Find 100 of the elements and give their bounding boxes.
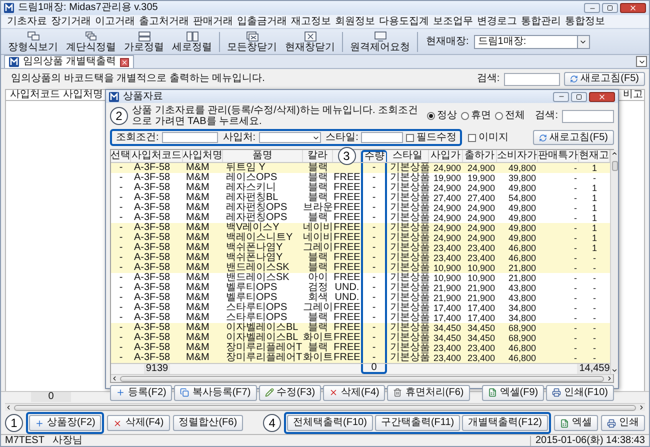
- table-cell: -: [372, 263, 376, 273]
- toolbar-button[interactable]: 등록(F2): [110, 384, 172, 400]
- toolbar-button[interactable]: 전체택출력(F10): [287, 415, 373, 431]
- toolbar-button[interactable]: 상품장(F2): [29, 415, 102, 431]
- horizontal-scrollbar[interactable]: [5, 403, 645, 411]
- table-cell: 34,450: [467, 334, 495, 342]
- table-row[interactable]: - A-3F-58 M&M 이자벨레이스BL 블랙 FREE - 기본상품 34,450 34,450 68,900 - -: [111, 323, 610, 333]
- scroll-right-icon[interactable]: [638, 404, 645, 411]
- table-cell: 24,900: [433, 234, 461, 242]
- toolbar-button[interactable]: 복사등록(F7): [174, 384, 257, 400]
- toolbar-button[interactable]: 인쇄(F10): [546, 384, 614, 400]
- tab-close-button[interactable]: [120, 58, 129, 66]
- toolbar-button[interactable]: 장형식보기: [5, 30, 61, 52]
- style-field[interactable]: [361, 132, 404, 143]
- table-cell: -: [593, 324, 596, 332]
- menu-item[interactable]: 회원정보: [335, 16, 375, 26]
- menu-item[interactable]: 출고처거래: [139, 16, 189, 26]
- search-field[interactable]: [504, 72, 560, 86]
- menu-item[interactable]: 판매거래: [193, 16, 233, 26]
- table-cell: 블랙: [308, 253, 328, 263]
- table-cell: -: [372, 303, 376, 313]
- toolbar-button[interactable]: 구간택출력(F11): [374, 415, 460, 431]
- table-cell: -: [372, 213, 376, 223]
- maximize-button[interactable]: [602, 3, 618, 13]
- table-row[interactable]: - A-3F-58 M&M 장미루리플레어T 블랙 FREE - 기본상품 23,400 23,400 46,800 - -: [111, 343, 610, 353]
- status-radio[interactable]: 정상: [427, 111, 458, 121]
- table-cell: 1: [592, 164, 597, 172]
- table-cell: FREE: [334, 213, 360, 223]
- menu-item[interactable]: 통합관리: [521, 16, 561, 26]
- table-cell: 19,900: [433, 174, 461, 182]
- toolbar-button[interactable]: 엑셀: [554, 415, 598, 431]
- tab-list-button[interactable]: [636, 56, 647, 67]
- toolbar-button[interactable]: 삭제(F4): [323, 384, 386, 400]
- refresh-button[interactable]: 새로고침(F5): [532, 130, 614, 145]
- toolbar-button[interactable]: 현재창닫기: [282, 30, 338, 52]
- scrollbar-thumb[interactable]: [120, 376, 604, 382]
- table-cell: -: [119, 303, 123, 313]
- status-radio[interactable]: 휴면: [461, 111, 492, 121]
- toolbar-button[interactable]: 개별택출력(F12): [462, 415, 548, 431]
- scroll-right-icon[interactable]: [606, 375, 613, 382]
- maximize-button[interactable]: [571, 92, 587, 102]
- toolbar-button[interactable]: 인쇄: [601, 415, 645, 431]
- table-cell: 49,800: [508, 214, 536, 222]
- table-row[interactable]: - A-3F-58 M&M 밴드레이스SK 블랙 FREE - 기본상품 10,900 10,900 21,800 - -: [111, 263, 610, 273]
- close-button[interactable]: [589, 92, 615, 102]
- menu-item[interactable]: 장기거래: [51, 16, 91, 26]
- scrollbar-thumb[interactable]: [612, 161, 618, 171]
- table-row[interactable]: - A-3F-58 M&M 백쉬폰나염Y 블랙 FREE - 기본상품 23,400 23,400 46,800 - -: [111, 253, 610, 263]
- toolbar-button[interactable]: 원격제어요청: [347, 30, 413, 52]
- table-cell: FREE: [334, 303, 360, 313]
- table-row[interactable]: - A-3F-58 M&M 백쉬폰나염Y 그레이 FREE - 기본상품 23,400 23,400 46,800 - 1: [111, 243, 610, 253]
- menu-item[interactable]: 보조업무: [433, 16, 473, 26]
- condition-field[interactable]: [162, 132, 218, 143]
- scrollbar-thumb[interactable]: [14, 404, 636, 410]
- scroll-left-icon[interactable]: [111, 375, 118, 382]
- toolbar-button[interactable]: 수정(F3): [258, 384, 322, 400]
- close-icon: [120, 58, 128, 66]
- table-row[interactable]: - A-3F-58 M&M 장미루리플레어T화이트FREE - 기본상품 23,400 23,400 46,800 - -: [111, 353, 610, 363]
- vendor-dropdown[interactable]: [258, 132, 321, 143]
- toolbar-button[interactable]: 정렬합산(F6): [172, 415, 244, 431]
- toolbar-button[interactable]: 엑셀(F9): [482, 384, 544, 400]
- dialog-description: 상품 기초자료를 관리(등록/수정/삭제)하는 메뉴입니다. 조회조건으로 가려면 TAB를 누르세요.: [132, 105, 420, 127]
- horizontal-scrollbar[interactable]: [111, 374, 613, 382]
- table-cell: -: [119, 313, 123, 323]
- scroll-down-icon[interactable]: [611, 367, 618, 374]
- close-button[interactable]: [620, 3, 646, 13]
- scroll-up-icon[interactable]: [611, 150, 618, 157]
- menu-item[interactable]: 이고거래: [95, 16, 135, 26]
- status-radio[interactable]: 전체: [495, 111, 526, 121]
- table-cell: -: [119, 213, 123, 223]
- menu-item[interactable]: 다용도집계: [379, 16, 429, 26]
- table-cell: -: [119, 233, 123, 243]
- table-row[interactable]: - A-3F-58 M&M 백레이스니트Y 네이비 FREE - 기본상품 24,900 24,900 49,800 - 1: [111, 233, 610, 243]
- menu-item[interactable]: 통합정보: [565, 16, 605, 26]
- table-row[interactable]: - A-3F-58 M&M 이자벨레이스BL 화이트FREE - 기본상품 34,450 34,450 68,900 - -: [111, 333, 610, 343]
- image-checkbox[interactable]: 이미지: [468, 132, 508, 142]
- table-row[interactable]: - A-3F-58 M&M 백V레이스Y 네이비 FREE - 기본상품 24,900 24,900 49,800 - 1: [111, 223, 610, 233]
- toolbar-button[interactable]: 세로정렬: [169, 30, 215, 52]
- menu-item[interactable]: 변경로그: [477, 16, 517, 26]
- table-cell: 34,450: [433, 324, 461, 332]
- menu-item[interactable]: 입출금거래: [237, 16, 287, 26]
- table-cell: 블랙: [308, 173, 328, 183]
- document-tab[interactable]: 임의상품 개별택출력: [4, 55, 134, 68]
- field-edit-checkbox[interactable]: 필드수정: [406, 132, 456, 142]
- toolbar-button[interactable]: 계단식정렬: [63, 30, 119, 52]
- toolbar-button[interactable]: 삭제(F4): [107, 415, 170, 431]
- menu-item[interactable]: 기초자료: [7, 16, 47, 26]
- toolbar-button[interactable]: 가로정렬: [121, 30, 167, 52]
- table-cell: 23,400: [433, 254, 461, 262]
- store-dropdown[interactable]: 드림1매장:: [474, 34, 590, 48]
- table-cell: FREE: [334, 333, 360, 343]
- toolbar-button[interactable]: 휴면처리(F6): [387, 384, 470, 400]
- toolbar-button[interactable]: 모든창닫기: [224, 30, 280, 52]
- refresh-button[interactable]: 새로고침(F5): [564, 72, 645, 86]
- scroll-left-icon[interactable]: [5, 404, 12, 411]
- search-field[interactable]: [562, 110, 614, 122]
- table-cell: 23,400: [467, 344, 495, 352]
- menu-item[interactable]: 재고정보: [291, 16, 331, 26]
- table-cell: -: [119, 163, 123, 173]
- table-row[interactable]: - A-3F-58 M&M 뒤트임 Y 블랙 - 기본상품 24,900 24,900 49,800 - 1: [111, 163, 610, 173]
